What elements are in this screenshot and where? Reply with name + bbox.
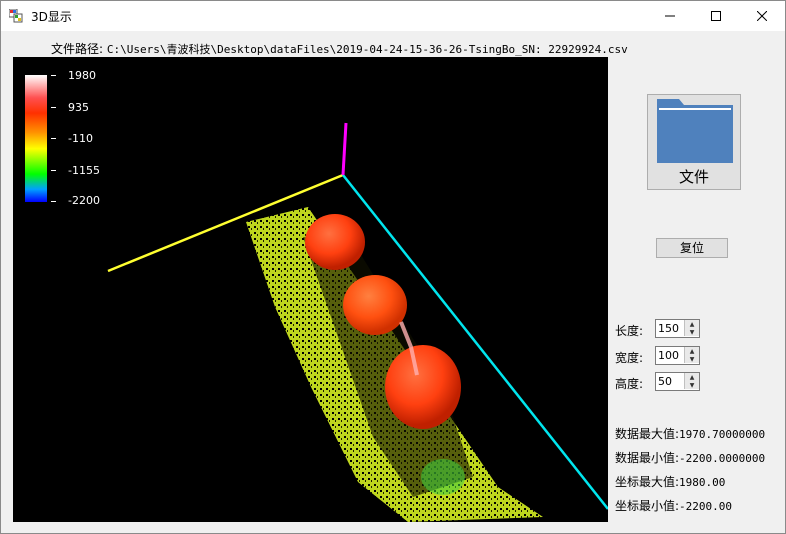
minimize-button[interactable] [647, 1, 693, 31]
green-patch [421, 459, 465, 495]
maximize-button[interactable] [693, 1, 739, 31]
height-decrement-button[interactable]: ▼ [684, 381, 699, 389]
coord-min-stat: 坐标最小值:-2200.00 [615, 497, 732, 514]
length-decrement-button[interactable]: ▼ [684, 328, 699, 336]
colorbar-tick [51, 170, 56, 171]
coord-max-label: 坐标最大值: [615, 475, 680, 489]
coord-max-value: 1980.00 [679, 476, 726, 489]
close-icon [757, 11, 767, 21]
width-stepper[interactable]: 100 ▲ ▼ [655, 346, 700, 365]
colorbar-tick [51, 138, 56, 139]
app-icon [9, 9, 23, 23]
reset-button[interactable]: 复位 [656, 238, 728, 258]
data-min-label: 数据最小值: [615, 451, 680, 465]
width-label: 宽度: [615, 351, 644, 365]
open-file-button[interactable]: 文件 [647, 94, 741, 190]
maximize-icon [711, 11, 721, 21]
sphere-top [305, 214, 365, 270]
close-button[interactable] [739, 1, 785, 31]
file-path-row: 文件路径: C:\Users\青波科技\Desktop\dataFiles\20… [51, 40, 628, 57]
coord-max-stat: 坐标最大值:1980.00 [615, 473, 725, 490]
height-increment-button[interactable]: ▲ [684, 373, 699, 381]
colorbar-gradient [25, 75, 47, 202]
data-max-value: 1970.70000000 [679, 428, 766, 441]
sphere-middle [343, 275, 407, 335]
point-cloud-render [107, 122, 608, 522]
colorbar-label: 1980 [68, 69, 96, 82]
sphere-bottom [385, 345, 461, 429]
width-value: 100 [658, 349, 679, 362]
3d-viewport[interactable]: 1980 935 -110 -1155 -2200 [13, 57, 608, 522]
height-stepper[interactable]: 50 ▲ ▼ [655, 372, 700, 391]
height-value: 50 [658, 375, 672, 388]
colorbar-tick [51, 107, 56, 108]
data-min-stat: 数据最小值:-2200.0000000 [615, 449, 765, 466]
length-stepper[interactable]: 150 ▲ ▼ [655, 319, 700, 338]
colorbar-label: -1155 [68, 164, 100, 177]
app-window: 3D显示 文件路径: C:\Users\青波科技\Desktop\dataFil… [0, 0, 786, 534]
coord-min-value: -2200.00 [679, 500, 733, 513]
window-title: 3D显示 [31, 10, 72, 24]
colorbar-tick [51, 201, 56, 202]
colorbar-label: -110 [68, 132, 93, 145]
coord-min-label: 坐标最小值: [615, 499, 680, 513]
open-file-label: 文件 [678, 168, 709, 186]
file-path-value: C:\Users\青波科技\Desktop\dataFiles\2019-04-… [106, 43, 628, 56]
axis-z-line [341, 122, 348, 176]
length-value: 150 [658, 322, 679, 335]
width-increment-button[interactable]: ▲ [684, 347, 699, 355]
folder-icon [657, 99, 733, 163]
colorbar-label: 935 [68, 101, 89, 114]
length-increment-button[interactable]: ▲ [684, 320, 699, 328]
file-path-label: 文件路径: [51, 42, 104, 56]
height-label: 高度: [615, 377, 644, 391]
width-decrement-button[interactable]: ▼ [684, 355, 699, 363]
data-min-value: -2200.0000000 [679, 452, 766, 465]
length-label: 长度: [615, 324, 644, 338]
data-max-label: 数据最大值: [615, 427, 680, 441]
data-max-stat: 数据最大值:1970.70000000 [615, 425, 765, 442]
minimize-icon [665, 15, 675, 17]
title-bar: 3D显示 [1, 1, 785, 31]
colorbar-label: -2200 [68, 194, 100, 207]
colorbar-tick [51, 75, 56, 76]
